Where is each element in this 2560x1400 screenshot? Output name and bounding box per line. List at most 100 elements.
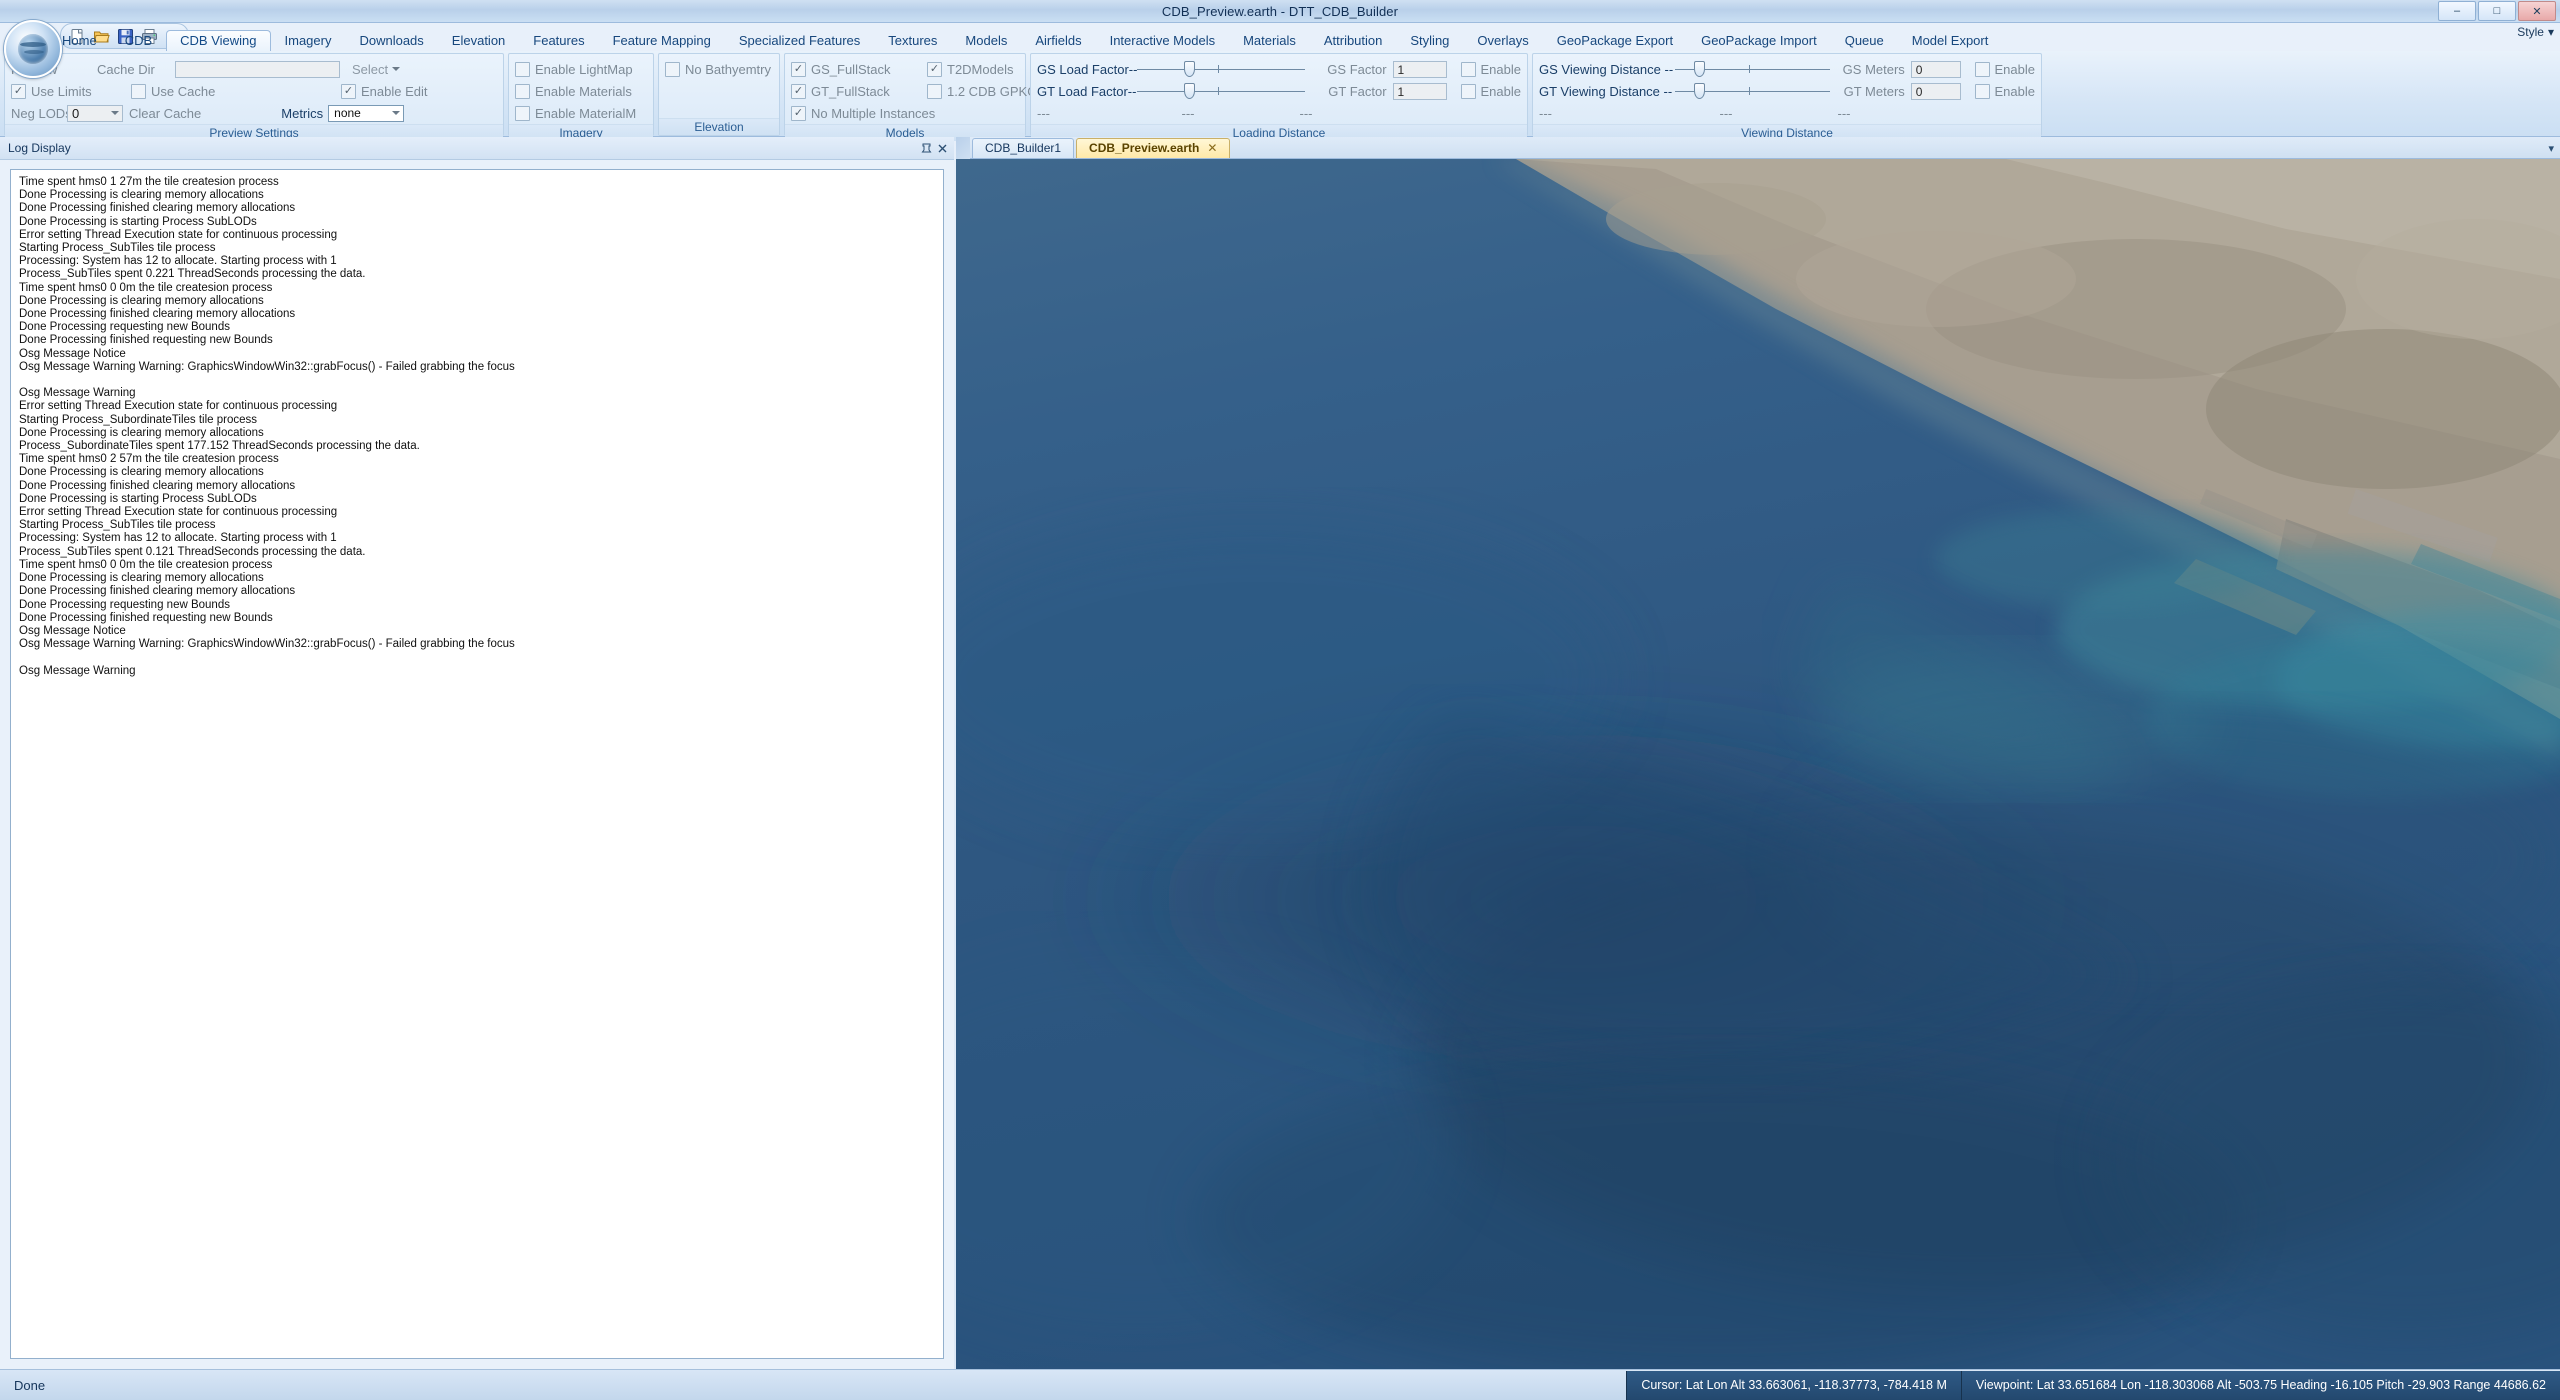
ribbon-group-models: GS_FullStack GT_FullStack No Multiple Inst… bbox=[784, 53, 1037, 141]
ribbon-tab-features[interactable]: Features bbox=[519, 30, 598, 51]
ribbon-tab-model-export[interactable]: Model Export bbox=[1898, 30, 2003, 51]
enable-materialm-checkbox[interactable] bbox=[515, 105, 530, 121]
ribbon-tab-elevation[interactable]: Elevation bbox=[438, 30, 519, 51]
log-display-titlebar: Log Display bbox=[0, 137, 954, 160]
enable-label: Enable bbox=[1994, 61, 2035, 77]
minimize-button[interactable]: – bbox=[2438, 1, 2476, 21]
close-icon[interactable] bbox=[934, 140, 950, 156]
gs-fullstack-label: GS_FullStack bbox=[811, 61, 891, 77]
log-text: Time spent hms0 1 27m the tile createsio… bbox=[19, 176, 515, 677]
distance-value-input[interactable]: 1 bbox=[1392, 60, 1447, 78]
gs-fullstack-checkbox[interactable] bbox=[791, 61, 806, 77]
enable-checkbox[interactable] bbox=[1974, 61, 1990, 77]
group-caption-elevation: Elevation bbox=[659, 118, 779, 135]
enable-label: Enable bbox=[1480, 61, 1521, 77]
metrics-dropdown[interactable]: none bbox=[328, 104, 405, 122]
ribbon-tab-queue[interactable]: Queue bbox=[1831, 30, 1898, 51]
ribbon-group-viewing-distance: GS Viewing Distance -- GS Meters 0 Enable GT… bbox=[1532, 53, 2042, 141]
use-cache-label: Use Cache bbox=[151, 83, 216, 99]
ribbon-tab-textures[interactable]: Textures bbox=[874, 30, 951, 51]
pin-icon[interactable] bbox=[918, 140, 934, 156]
dash-placeholder: --- bbox=[1719, 105, 1733, 121]
viewport-tab-close-icon[interactable]: ✕ bbox=[1207, 139, 1217, 158]
ribbon-tab-geopackage-import[interactable]: GeoPackage Import bbox=[1687, 30, 1831, 51]
enable-checkbox[interactable] bbox=[1460, 61, 1476, 77]
use-cache-checkbox[interactable] bbox=[131, 83, 146, 99]
distance-field-label: GT Meters bbox=[1843, 83, 1905, 99]
ribbon-tab-imagery[interactable]: Imagery bbox=[271, 30, 346, 51]
no-bathyemtry-checkbox[interactable] bbox=[665, 61, 680, 77]
distance-value-input[interactable]: 0 bbox=[1910, 60, 1961, 78]
status-state: Done bbox=[14, 1377, 46, 1393]
distance-value-input[interactable]: 0 bbox=[1910, 82, 1961, 100]
dash-placeholder: --- bbox=[1837, 105, 1851, 121]
distance-field-label: GT Factor bbox=[1328, 83, 1387, 99]
application-window: CDB_Preview.earth - DTT_CDB_Builder – □ … bbox=[0, 0, 2560, 1400]
1-2-cdb-gpkg-checkbox[interactable] bbox=[927, 83, 942, 99]
viewport-tab-cdb-builder1[interactable]: CDB_Builder1 bbox=[972, 138, 1075, 158]
neg-lods-stepper[interactable]: 0 bbox=[67, 104, 123, 122]
enable-checkbox[interactable] bbox=[1974, 83, 1990, 99]
ribbon-tab-feature-mapping[interactable]: Feature Mapping bbox=[599, 30, 725, 51]
dash-placeholder: --- bbox=[1299, 105, 1313, 121]
window-controls: – □ ✕ bbox=[2438, 1, 2556, 21]
enable-materials-checkbox[interactable] bbox=[515, 83, 530, 99]
viewport-tab-cdb-preview-earth[interactable]: CDB_Preview.earth ✕ bbox=[1076, 138, 1231, 158]
window-title: CDB_Preview.earth - DTT_CDB_Builder bbox=[1161, 3, 1399, 19]
enable-materialm-label: Enable MaterialM bbox=[535, 105, 637, 121]
cache-dir-input[interactable] bbox=[175, 60, 340, 78]
viewport-container: CDB_Builder1 CDB_Preview.earth ✕ ▾ bbox=[956, 137, 2560, 1369]
t2dmodels-checkbox[interactable] bbox=[927, 61, 942, 77]
ribbon-tab-airfields[interactable]: Airfields bbox=[1021, 30, 1095, 51]
ribbon-tab-cdb[interactable]: CDB bbox=[111, 30, 166, 51]
distance-row-label: GS Viewing Distance -- bbox=[1539, 61, 1674, 77]
log-display-panel: Log Display Time spent hms0 1 27m the ti… bbox=[0, 137, 954, 1369]
log-output-area[interactable]: Time spent hms0 1 27m the tile createsio… bbox=[10, 169, 944, 1359]
1-2-cdb-gpkg-label: 1.2 CDB GPKG bbox=[947, 83, 1038, 99]
viewport-menu-icon[interactable]: ▾ bbox=[2548, 142, 2554, 155]
application-orb-button[interactable] bbox=[4, 20, 62, 78]
ribbon-tab-specialized-features[interactable]: Specialized Features bbox=[725, 30, 874, 51]
ribbon-tab-materials[interactable]: Materials bbox=[1229, 30, 1310, 51]
ribbon-tab-geopackage-export[interactable]: GeoPackage Export bbox=[1543, 30, 1687, 51]
no-multiple-instances-checkbox[interactable] bbox=[791, 105, 806, 121]
chevron-down-icon bbox=[392, 67, 401, 71]
3d-globe-canvas[interactable] bbox=[956, 159, 2560, 1369]
gt-fullstack-checkbox[interactable] bbox=[791, 83, 806, 99]
ribbon-tab-attribution[interactable]: Attribution bbox=[1310, 30, 1397, 51]
distance-slider[interactable] bbox=[1137, 83, 1306, 99]
chevron-down-icon bbox=[392, 111, 401, 115]
neg-lods-label: Neg LODs bbox=[11, 105, 72, 121]
dash-placeholder: --- bbox=[1037, 105, 1050, 121]
ribbon-tab-styling[interactable]: Styling bbox=[1396, 30, 1463, 51]
close-button[interactable]: ✕ bbox=[2518, 1, 2556, 21]
ribbon-tab-interactive-models[interactable]: Interactive Models bbox=[1096, 30, 1230, 51]
enable-label: Enable bbox=[1994, 83, 2035, 99]
ribbon-tab-downloads[interactable]: Downloads bbox=[345, 30, 437, 51]
use-limits-label: Use Limits bbox=[31, 83, 92, 99]
ribbon-tab-overlays[interactable]: Overlays bbox=[1463, 30, 1542, 51]
ribbon-tab-strip: Home CDB CDB Viewing Imagery Downloads Elevat… bbox=[0, 30, 2560, 52]
metrics-label: Metrics bbox=[281, 105, 324, 121]
distance-slider[interactable] bbox=[1137, 61, 1306, 77]
distance-slider[interactable] bbox=[1675, 61, 1830, 77]
distance-value-input[interactable]: 1 bbox=[1392, 82, 1447, 100]
maximize-button[interactable]: □ bbox=[2478, 1, 2516, 21]
enable-checkbox[interactable] bbox=[1460, 83, 1476, 99]
distance-slider[interactable] bbox=[1675, 83, 1830, 99]
enable-edit-checkbox[interactable] bbox=[341, 83, 356, 99]
viewport-tab-strip: CDB_Builder1 CDB_Preview.earth ✕ ▾ bbox=[956, 137, 2560, 159]
dash-placeholder: --- bbox=[1539, 105, 1552, 121]
ribbon-tab-cdb-viewing[interactable]: CDB Viewing bbox=[166, 30, 271, 52]
t2dmodels-label: T2DModels bbox=[947, 61, 1014, 77]
clear-cache-button[interactable]: Clear Cache bbox=[129, 106, 201, 121]
select-label: Select bbox=[352, 61, 389, 77]
select-dropdown[interactable]: Select bbox=[352, 61, 401, 77]
ribbon-tab-models[interactable]: Models bbox=[951, 30, 1021, 51]
use-limits-checkbox[interactable] bbox=[11, 83, 26, 99]
enable-lightmap-checkbox[interactable] bbox=[515, 61, 530, 77]
ribbon-group-imagery: Enable LightMap Enable Materials Enable Ma… bbox=[508, 53, 654, 141]
log-display-title: Log Display bbox=[8, 141, 71, 155]
status-cursor-readout: Cursor: Lat Lon Alt 33.663061, -118.3777… bbox=[1626, 1370, 1961, 1400]
viewport-tab-label: CDB_Builder1 bbox=[985, 141, 1062, 155]
